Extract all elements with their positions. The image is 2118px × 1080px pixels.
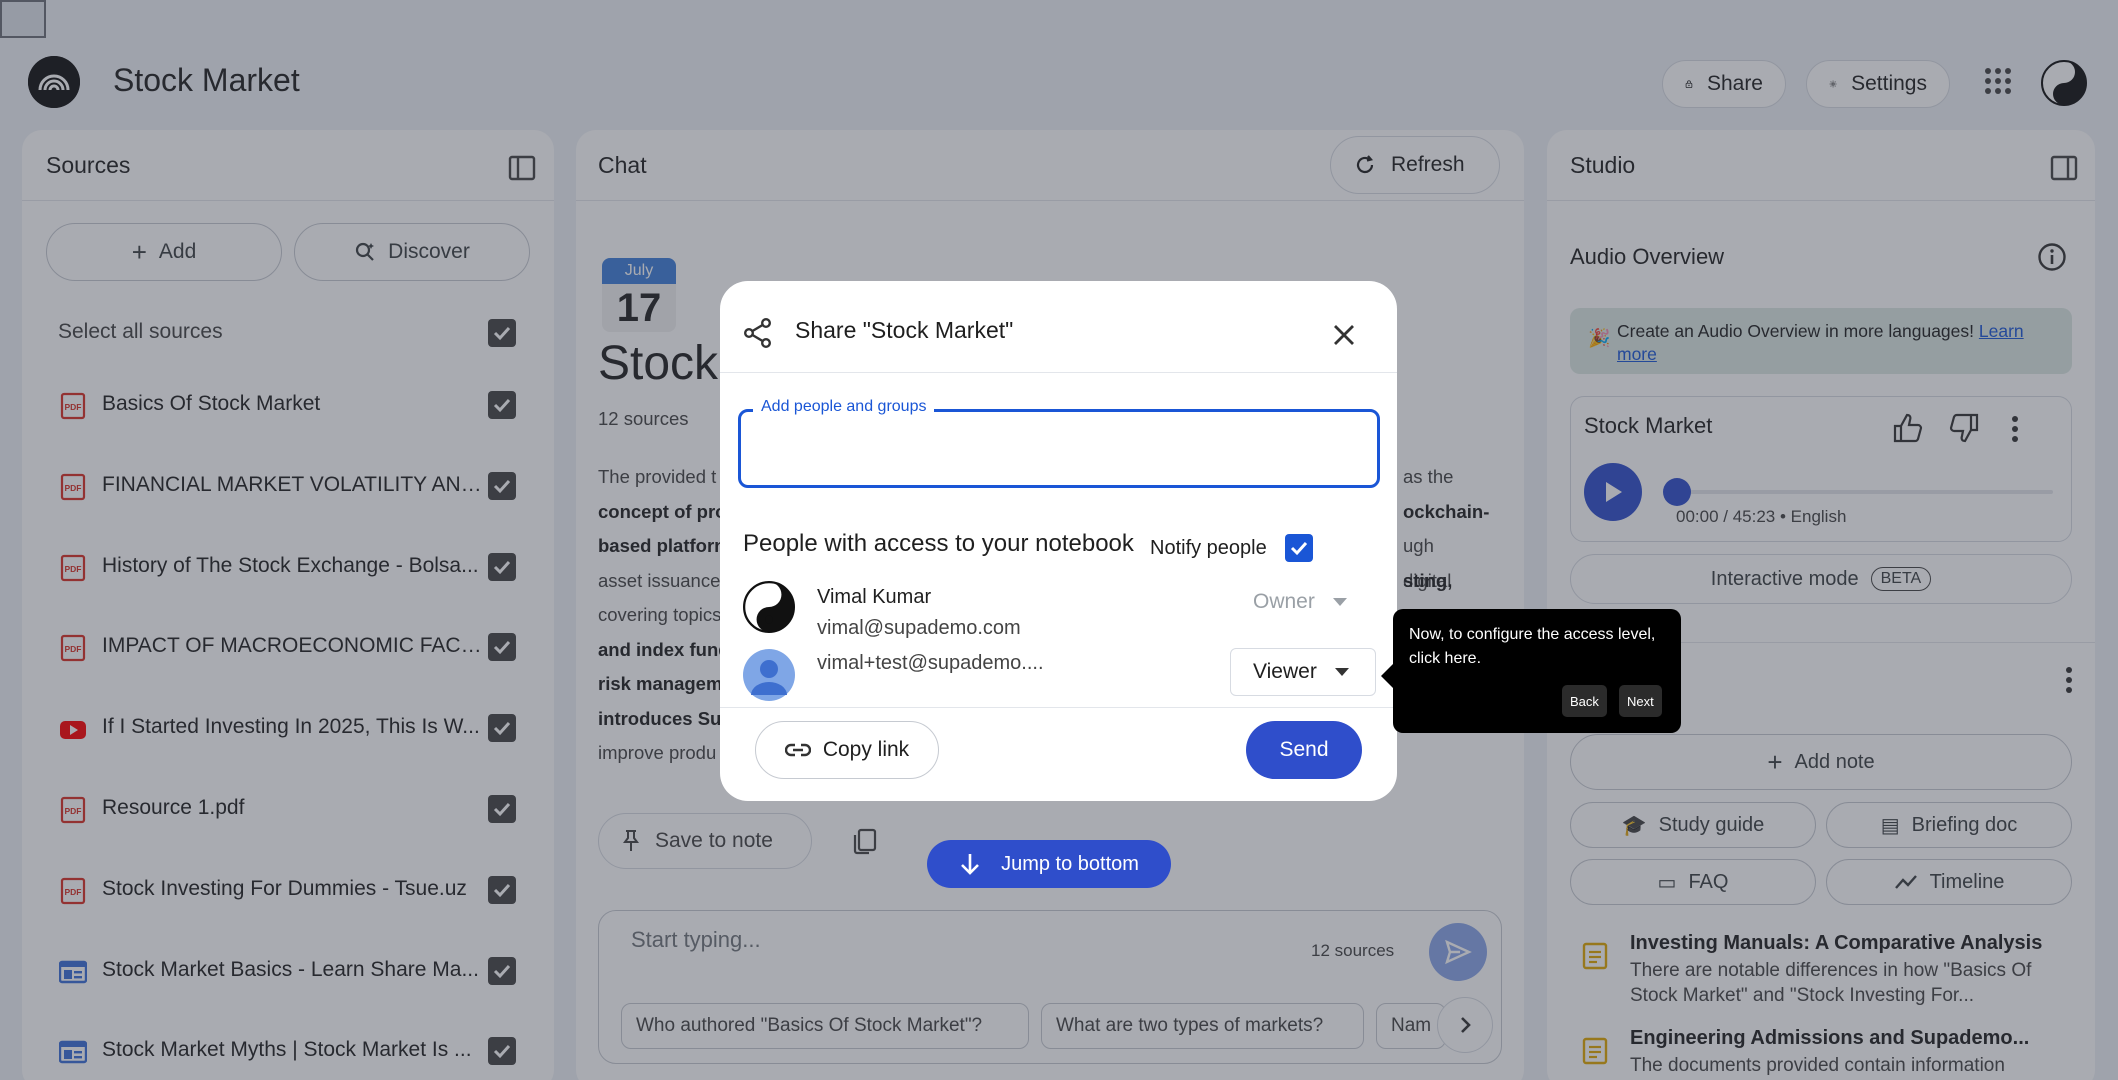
link-icon — [784, 743, 811, 757]
notify-people-toggle[interactable]: Notify people — [1150, 534, 1313, 562]
jump-label: Jump to bottom — [1001, 852, 1139, 875]
share-dialog: Share "Stock Market" Add people and grou… — [720, 281, 1397, 801]
copy-link-label: Copy link — [822, 738, 910, 761]
owner-avatar — [743, 581, 795, 633]
notify-people-label: Notify people — [1150, 536, 1267, 559]
send-label: Send — [1279, 738, 1329, 761]
tooltip-next-button[interactable]: Next — [1619, 685, 1662, 717]
send-button[interactable]: Send — [1246, 721, 1362, 779]
walkthrough-tooltip: Now, to configure the access level, clic… — [1381, 609, 1681, 733]
viewer-role-label: Viewer — [1253, 660, 1317, 683]
person-avatar — [743, 649, 795, 701]
people-with-access-title: People with access to your notebook — [743, 530, 1134, 557]
dropdown-arrow-icon — [1332, 598, 1347, 606]
dropdown-arrow-icon — [1334, 668, 1349, 676]
viewer-role-dropdown[interactable]: Viewer — [1230, 648, 1376, 696]
notify-people-checkbox[interactable] — [1284, 534, 1313, 562]
share-icon — [744, 318, 772, 349]
arrow-down-icon — [961, 854, 979, 875]
dialog-header-divider — [720, 372, 1397, 373]
person-email: vimal@supademo.com — [817, 617, 1021, 639]
person-name: Vimal Kumar — [817, 586, 932, 608]
tooltip-arrow — [1381, 664, 1393, 688]
owner-role-dropdown: Owner — [1253, 590, 1347, 614]
person-email: vimal+test@supademo.... — [817, 652, 1044, 674]
copy-link-button[interactable]: Copy link — [755, 721, 939, 779]
share-dialog-title: Share "Stock Market" — [795, 317, 1014, 343]
dialog-footer-divider — [720, 707, 1397, 708]
close-icon[interactable] — [1332, 323, 1356, 347]
tooltip-back-button[interactable]: Back — [1562, 685, 1607, 717]
owner-role-label: Owner — [1253, 590, 1315, 613]
jump-to-bottom-button[interactable]: Jump to bottom — [927, 840, 1171, 888]
add-people-label: Add people and groups — [753, 398, 935, 416]
add-people-input[interactable]: Add people and groups — [738, 398, 1380, 488]
tooltip-text: Now, to configure the access level, clic… — [1409, 626, 1656, 667]
